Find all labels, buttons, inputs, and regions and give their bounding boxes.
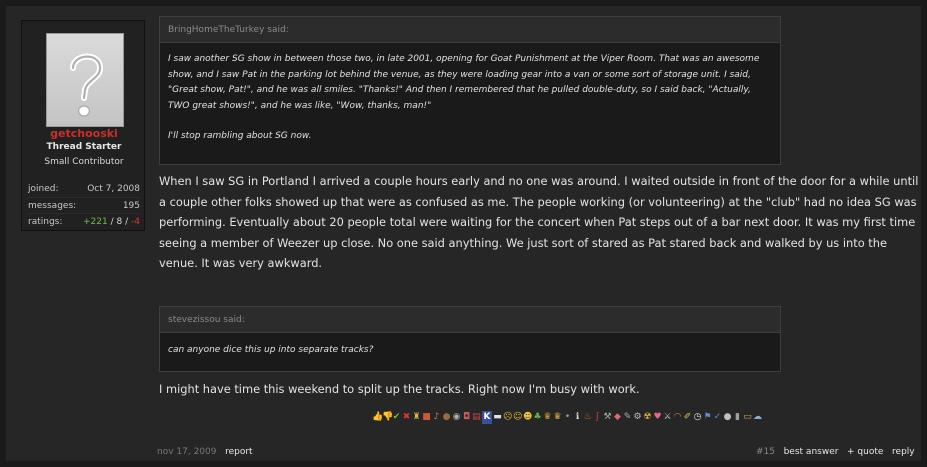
thumbs-up-icon[interactable]: 👍: [372, 411, 383, 424]
wrench-icon[interactable]: ⚒: [603, 411, 612, 424]
user-rank: Small Contributor: [44, 157, 124, 167]
speech-icon[interactable]: ●: [723, 411, 732, 424]
chili-icon[interactable]: ʃ: [593, 411, 602, 424]
frog-icon[interactable]: ♣: [533, 411, 542, 424]
stat-joined: joined: Oct 7, 2008: [28, 181, 140, 197]
quote-author[interactable]: stevezissou said:: [160, 307, 780, 333]
post-container: getchooski Thread Starter Small Contribu…: [0, 0, 927, 467]
ratings-positive: +221: [83, 217, 108, 227]
quote-link[interactable]: + quote: [847, 447, 883, 457]
checkmark-icon[interactable]: ✔: [392, 411, 401, 424]
reactions-bar: 👍 👎 ✔ ✖ ♜ ■ ♪ ● ◉ ◘ ▤ K ▬ ☹ ☺ ☻ ♣ ♛ ♛ • ℹ ♨ ʃ ⚒ ◆ ✎ ⚙ ☢ ♥ ⚔ ◠ ✐ ◷ ⚑ ✓ ● ▮ ▭ ☁: [372, 411, 762, 427]
tools-icon[interactable]: ⚔: [663, 411, 672, 424]
quote-block: BringHomeTheTurkey said: I saw another S…: [159, 16, 781, 165]
ratings-separator: /: [122, 217, 132, 227]
crown-icon-2[interactable]: ♛: [553, 411, 562, 424]
quote-paragraph: I'll stop rambling about SG now.: [168, 131, 312, 141]
message-text: When I saw SG in Portland I arrived a co…: [159, 174, 919, 271]
username-link[interactable]: getchooski: [22, 127, 146, 140]
crown-icon[interactable]: ♛: [543, 411, 552, 424]
sad-face-icon[interactable]: ☹: [503, 411, 512, 424]
pill-icon[interactable]: ◆: [613, 411, 622, 424]
info-icon[interactable]: ℹ: [573, 411, 582, 424]
quote-paragraph: I saw another SG show in between those t…: [168, 54, 760, 111]
question-mark-avatar-icon: [70, 53, 103, 117]
x-icon[interactable]: ✖: [402, 411, 411, 424]
check-circle-icon[interactable]: ✓: [713, 411, 722, 424]
stat-joined-value: Oct 7, 2008: [87, 184, 140, 194]
fire-icon[interactable]: ♨: [583, 411, 592, 424]
user-stats: joined: Oct 7, 2008 messages: 195 rating…: [28, 181, 140, 229]
avatar[interactable]: [46, 33, 124, 127]
cloud-icon[interactable]: ☁: [753, 411, 762, 424]
quote-block: stevezissou said: can anyone dice this u…: [159, 306, 781, 372]
post-date-and-report: nov 17, 2009 report: [157, 445, 253, 459]
stat-ratings-value: +221 / 8 / -4: [83, 214, 140, 229]
stat-messages-label: messages:: [28, 201, 77, 211]
stat-ratings: ratings: +221 / 8 / -4: [28, 213, 140, 229]
ratings-negative: -4: [131, 217, 140, 227]
reply-link[interactable]: reply: [892, 447, 915, 457]
user-title: Thread Starter: [46, 142, 122, 152]
gear-icon[interactable]: ⚙: [633, 411, 642, 424]
thumbs-down-icon[interactable]: 👎: [382, 411, 393, 424]
clock-icon[interactable]: ◷: [693, 411, 702, 424]
post-date: nov 17, 2009: [157, 447, 217, 457]
drum-icon[interactable]: ◘: [462, 411, 471, 424]
stat-ratings-label: ratings:: [28, 217, 63, 227]
guitar-icon[interactable]: ♪: [432, 411, 441, 424]
quote-body: I saw another SG show in between those t…: [160, 43, 780, 155]
user-info-panel: getchooski Thread Starter Small Contribu…: [21, 20, 145, 231]
post-number-link[interactable]: #15: [756, 447, 775, 457]
heart-icon[interactable]: ♥: [653, 411, 662, 424]
trash-icon[interactable]: ▮: [733, 411, 742, 424]
box-icon[interactable]: ▭: [743, 411, 752, 424]
quote-body: can anyone dice this up into separate tr…: [168, 345, 374, 355]
pencil-icon[interactable]: ✐: [683, 411, 692, 424]
message-text: I might have time this weekend to split …: [159, 382, 640, 396]
report-link[interactable]: report: [225, 447, 253, 457]
football-icon[interactable]: ●: [442, 411, 451, 424]
surprised-face-icon[interactable]: ☺: [513, 411, 522, 424]
quote-author[interactable]: BringHomeTheTurkey said:: [160, 17, 780, 43]
syringe-icon[interactable]: ✎: [623, 411, 632, 424]
flag-icon[interactable]: ⚑: [703, 411, 712, 424]
book-icon[interactable]: ▤: [472, 411, 481, 424]
stat-messages-value: 195: [122, 201, 140, 211]
rainbow-icon[interactable]: ◠: [673, 411, 682, 424]
smile-face-icon[interactable]: ☻: [523, 411, 532, 424]
post-actions: #15 best answer + quote reply: [756, 445, 915, 459]
trophy-icon[interactable]: ♜: [412, 411, 421, 424]
disc-icon[interactable]: ◉: [452, 411, 461, 424]
stat-messages: messages: 195: [28, 197, 140, 213]
dot-icon[interactable]: •: [563, 411, 572, 424]
k-icon[interactable]: K: [482, 411, 492, 424]
radiation-icon[interactable]: ☢: [643, 411, 652, 424]
ratings-separator: /: [107, 217, 117, 227]
boat-icon[interactable]: ▬: [493, 411, 502, 424]
stat-joined-label: joined:: [28, 184, 59, 194]
best-answer-link[interactable]: best answer: [784, 447, 839, 457]
gift-icon[interactable]: ■: [422, 411, 431, 424]
